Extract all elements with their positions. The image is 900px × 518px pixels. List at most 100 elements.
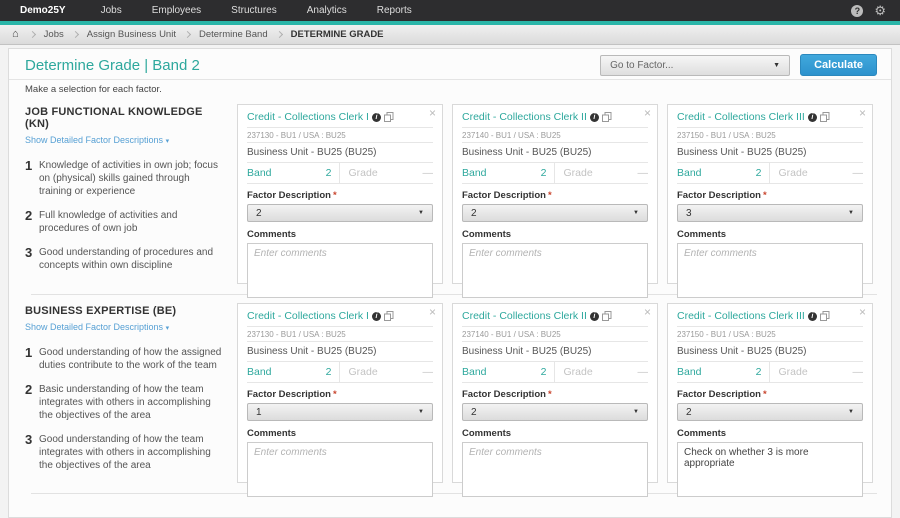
band-value: 2 [756,167,762,179]
band-cell: Band 2 [247,362,340,382]
level-number: 3 [25,433,39,472]
grade-cell: Grade — [555,362,649,382]
nav-right-icons: ? ⚙ [851,0,900,21]
caret-down-icon: ▼ [633,409,639,415]
info-icon[interactable]: i [590,312,599,321]
home-icon[interactable]: ⌂ [12,29,19,40]
close-icon[interactable]: × [644,106,651,120]
job-title-link[interactable]: Credit - Collections Clerk I [247,310,369,322]
comments-textarea[interactable] [677,243,863,298]
caret-down-icon: ▼ [633,210,639,216]
grade-cell: Grade — [770,163,864,183]
breadcrumb-determine-band[interactable]: Determine Band [199,29,268,40]
calculate-button[interactable]: Calculate [800,54,877,76]
info-icon[interactable]: i [372,312,381,321]
label-text: Factor Description [462,190,546,201]
grade-value: — [638,167,649,179]
nav-item-reports[interactable]: Reports [362,0,427,21]
close-icon[interactable]: × [429,106,436,120]
copy-icon[interactable] [820,112,830,122]
info-icon[interactable]: i [372,113,381,122]
content-panel: Determine Grade | Band 2 Go to Factor...… [8,48,892,518]
show-detailed-descriptions-link[interactable]: Show Detailed Factor Descriptions ▾ [25,135,169,145]
job-title-link[interactable]: Credit - Collections Clerk II [462,111,587,123]
factor-description-select[interactable]: 3 ▼ [677,204,863,222]
gear-icon[interactable]: ⚙ [874,4,886,17]
info-icon[interactable]: i [808,113,817,122]
caret-down-icon: ▼ [418,210,424,216]
nav-item-structures[interactable]: Structures [216,0,292,21]
level-text: Knowledge of activities in own job; focu… [39,159,223,198]
factor-description-select[interactable]: 2 ▼ [677,403,863,421]
copy-icon[interactable] [384,311,394,321]
caret-down-icon: ▼ [773,62,780,69]
level-text: Good understanding of procedures and con… [39,246,223,272]
band-label: Band [677,167,702,179]
band-cell: Band 2 [677,163,770,183]
job-code: 237140 - BU1 / USA : BU25 [462,128,648,143]
band-grade-row: Band 2 Grade — [462,163,648,184]
goto-factor-select[interactable]: Go to Factor... ▼ [600,55,790,76]
factor-description-label: Factor Description* [247,190,433,201]
job-cards: × Credit - Collections Clerk I i 237130 … [237,104,873,284]
nav-item-jobs[interactable]: Jobs [86,0,137,21]
comments-textarea[interactable] [462,442,648,497]
job-card-clerk2: × Credit - Collections Clerk II i 237140… [452,104,658,284]
comments-textarea[interactable] [247,243,433,298]
header-actions: Go to Factor... ▼ Calculate [600,54,877,76]
comments-textarea[interactable]: Check on whether 3 is more appropriate [677,442,863,497]
band-grade-row: Band 2 Grade — [677,362,863,383]
factor-description-select[interactable]: 2 ▼ [462,403,648,421]
job-title-link[interactable]: Credit - Collections Clerk III [677,111,805,123]
factor-level-item: 1 Good understanding of how the assigned… [25,346,223,372]
job-title-link[interactable]: Credit - Collections Clerk II [462,310,587,322]
info-icon[interactable]: i [808,312,817,321]
factor-description-label: Factor Description* [247,389,433,400]
required-mark: * [763,190,767,201]
close-icon[interactable]: × [859,305,866,319]
breadcrumb-assign-business-unit[interactable]: Assign Business Unit [87,29,176,40]
business-unit: Business Unit - BU25 (BU25) [247,342,433,362]
nav-brand[interactable]: Demo25Y [0,0,86,21]
caret-down-icon: ▾ [166,138,170,145]
job-title-link[interactable]: Credit - Collections Clerk I [247,111,369,123]
breadcrumb-jobs[interactable]: Jobs [44,29,64,40]
factor-value: 2 [686,407,692,418]
panel-header: Determine Grade | Band 2 Go to Factor...… [9,49,891,80]
band-cell: Band 2 [462,163,555,183]
show-detailed-descriptions-link[interactable]: Show Detailed Factor Descriptions ▾ [25,322,169,332]
grade-cell: Grade — [340,163,434,183]
nav-item-employees[interactable]: Employees [137,0,216,21]
band-value: 2 [541,366,547,378]
help-icon[interactable]: ? [851,5,863,17]
job-title-link[interactable]: Credit - Collections Clerk III [677,310,805,322]
breadcrumb-determine-grade: DETERMINE GRADE [291,29,384,40]
comments-textarea[interactable] [462,243,648,298]
caret-down-icon: ▼ [418,409,424,415]
band-label: Band [462,366,487,378]
close-icon[interactable]: × [429,305,436,319]
copy-icon[interactable] [602,112,612,122]
copy-icon[interactable] [602,311,612,321]
level-text: Good understanding of how the assigned d… [39,346,223,372]
band-grade-row: Band 2 Grade — [462,362,648,383]
close-icon[interactable]: × [644,305,651,319]
close-icon[interactable]: × [859,106,866,120]
factor-description-select[interactable]: 2 ▼ [462,204,648,222]
comments-textarea[interactable] [247,442,433,497]
job-card-clerk3: × Credit - Collections Clerk III i 23715… [667,104,873,284]
job-code: 237150 - BU1 / USA : BU25 [677,327,863,342]
info-icon[interactable]: i [590,113,599,122]
comments-label: Comments [677,428,863,439]
label-text: Factor Description [247,190,331,201]
factor-description-label: Factor Description* [677,190,863,201]
card-header: Credit - Collections Clerk II i [462,111,648,128]
grade-label: Grade [349,366,378,378]
nav-item-analytics[interactable]: Analytics [292,0,362,21]
link-label: Show Detailed Factor Descriptions [25,322,163,332]
factor-description-select[interactable]: 2 ▼ [247,204,433,222]
copy-icon[interactable] [820,311,830,321]
factor-description-label: Factor Description* [462,190,648,201]
factor-description-select[interactable]: 1 ▼ [247,403,433,421]
copy-icon[interactable] [384,112,394,122]
